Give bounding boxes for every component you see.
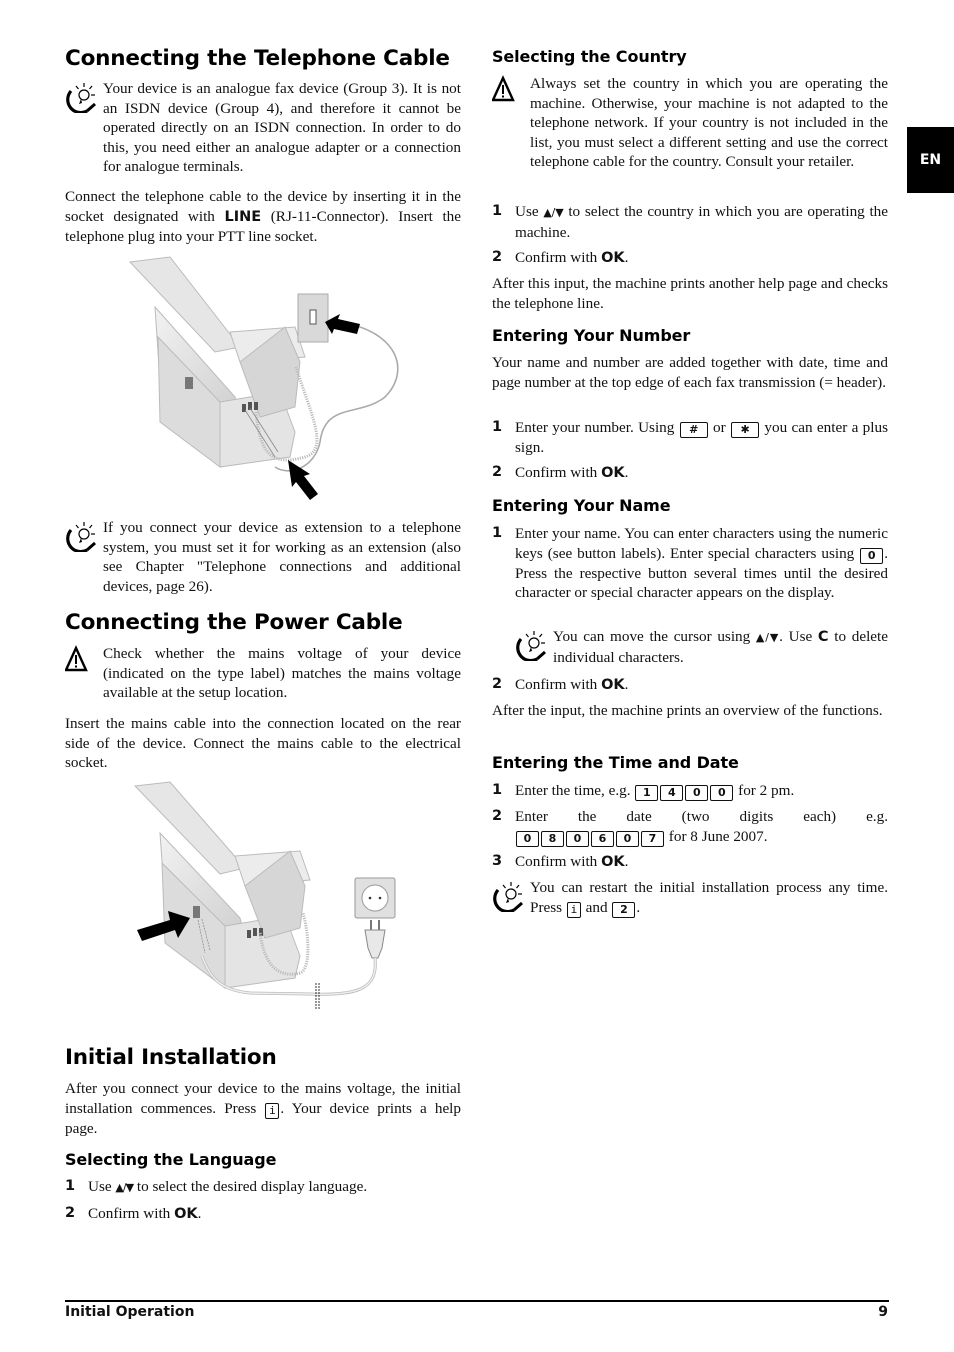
zero-key: 0	[860, 547, 884, 564]
telephone-instructions: Connect the telephone cable to the devic…	[65, 188, 461, 245]
digit-key: 0	[566, 830, 589, 847]
number-step-2: 2 Confirm with OK.	[492, 464, 629, 481]
digit-key: 7	[641, 830, 664, 847]
up-down-arrows-icon: ▲/▼	[115, 1181, 134, 1194]
heading-select-language: Selecting the Language	[65, 1150, 277, 1169]
tip-lightbulb-icon	[493, 882, 523, 912]
digit-key: 0	[616, 830, 639, 847]
language-tab: EN	[907, 127, 954, 193]
timedate-step-1: 1 Enter the time, e.g. 1400 for 2 pm.	[492, 782, 795, 801]
warning-triangle-icon	[65, 645, 88, 672]
ok-key-label: OK	[601, 250, 625, 266]
info-key: i	[566, 901, 581, 918]
timedate-step-2: 2 Enter the date (two digits each) e.g. …	[492, 808, 888, 847]
digit-key: 6	[591, 830, 614, 847]
name-after-text: After the input, the machine prints an o…	[492, 702, 883, 719]
tip-text: You can restart the initial installation…	[530, 879, 888, 918]
footer-divider	[65, 1300, 889, 1302]
ok-key-label: OK	[601, 465, 625, 481]
language-step-2: 2 Confirm with OK.	[65, 1205, 202, 1222]
country-step-2: 2 Confirm with OK.	[492, 249, 629, 266]
heading-initial-installation: Initial Installation	[65, 1045, 277, 1070]
ok-key-label: OK	[601, 854, 625, 870]
heading-power-cable: Connecting the Power Cable	[65, 610, 403, 635]
tip-lightbulb-icon	[516, 631, 546, 661]
tip-note-extension: If you connect your device as extension …	[65, 518, 461, 596]
footer-section-title: Initial Operation	[65, 1304, 195, 1320]
country-after-text: After this input, the machine prints ano…	[492, 275, 888, 312]
tip-text: Your device is an analogue fax device (G…	[103, 80, 461, 175]
power-plug-shape	[364, 920, 386, 959]
info-key: i	[265, 1102, 280, 1119]
heading-enter-name: Entering Your Name	[492, 496, 671, 515]
warning-note-voltage: Check whether the mains voltage of your …	[65, 644, 461, 703]
number-description: Your name and number are added together …	[492, 354, 888, 391]
name-step-2: 2 Confirm with OK.	[492, 676, 629, 693]
fax-telephone-cable-illustration	[128, 256, 399, 500]
digit-key: 4	[660, 785, 684, 801]
digit-key: 0	[710, 785, 734, 801]
heading-select-country: Selecting the Country	[492, 47, 687, 66]
warning-text: Always set the country in which you are …	[530, 75, 888, 170]
c-key-label: C	[817, 629, 829, 645]
up-down-arrows-icon: ▲/▼	[543, 206, 564, 219]
language-step-1: 1 Use ▲/▼ to select the desired display …	[65, 1178, 368, 1195]
hash-key: #	[679, 422, 708, 438]
heading-telephone-cable: Connecting the Telephone Cable	[65, 46, 450, 71]
warning-text: Check whether the mains voltage of your …	[103, 645, 461, 701]
line-label: LINE	[224, 208, 262, 225]
power-outlet-shape	[354, 877, 396, 919]
power-instructions: Insert the mains cable into the connecti…	[65, 715, 461, 771]
tip-note-cursor: You can move the cursor using ▲/▼. Use C…	[515, 627, 888, 667]
digit-key: 1	[635, 785, 659, 801]
fax-machine-shape	[128, 256, 306, 468]
star-key: ✱	[731, 422, 760, 438]
heading-time-date: Entering the Time and Date	[492, 753, 739, 772]
digit-key: 2	[612, 901, 636, 918]
tip-text: You can move the cursor using ▲/▼. Use C…	[553, 628, 888, 666]
fax-machine-shape	[133, 781, 311, 989]
digit-key: 8	[541, 830, 564, 847]
digit-key: 0	[516, 830, 539, 847]
tip-lightbulb-icon	[66, 83, 96, 113]
heading-enter-number: Entering Your Number	[492, 326, 691, 345]
ok-key-label: OK	[601, 677, 625, 693]
country-step-1: 1 Use ▲/▼ to select the country in which…	[492, 203, 889, 241]
wall-socket-shape	[297, 293, 329, 343]
name-step-1: 1 Enter your name. You can enter charact…	[492, 525, 888, 601]
page-number: 9	[878, 1304, 888, 1320]
digit-key: 0	[685, 785, 709, 801]
tip-note-analogue: Your device is an analogue fax device (G…	[65, 79, 461, 177]
tip-note-restart: You can restart the initial installation…	[492, 878, 888, 918]
warning-triangle-icon	[492, 75, 515, 102]
tip-text: If you connect your device as extension …	[103, 519, 461, 595]
timedate-step-3: 3 Confirm with OK.	[492, 853, 629, 870]
warning-note-country: Always set the country in which you are …	[492, 74, 888, 172]
fax-power-cable-illustration	[133, 781, 396, 1010]
number-step-1: 1 Enter your number. Using # or ✱ you ca…	[492, 419, 888, 456]
initial-installation-text: After you connect your device to the mai…	[65, 1080, 461, 1137]
ok-key-label: OK	[174, 1206, 198, 1222]
tip-lightbulb-icon	[66, 522, 96, 552]
arrow-icon	[325, 314, 360, 334]
up-down-arrows-icon: ▲/▼	[755, 631, 780, 644]
